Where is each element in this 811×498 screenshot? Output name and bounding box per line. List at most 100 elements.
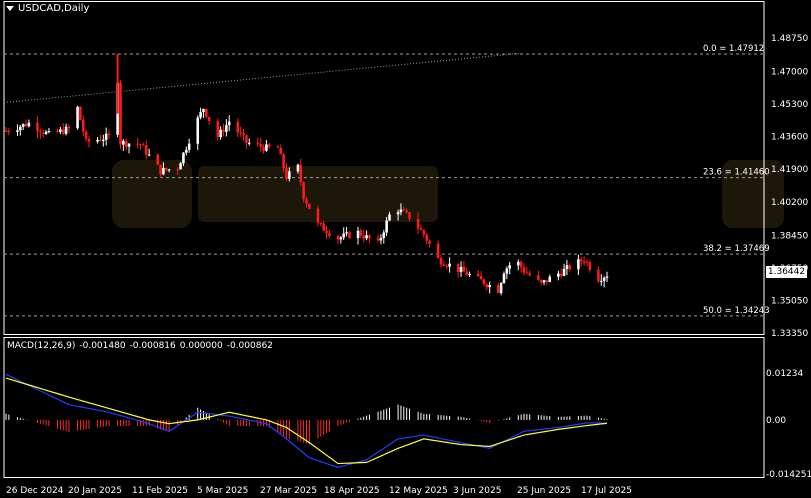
candle-body [239,132,242,134]
candle-body [339,237,343,240]
candle-body [422,230,426,235]
candle-body [388,214,391,221]
candle-body [39,131,42,133]
candle-body [187,143,191,150]
candle-body [156,154,159,165]
candle-body [505,268,509,274]
candle-body [236,121,240,133]
candle-body [216,120,220,138]
candle-body [296,164,300,172]
candle-body [84,131,88,139]
candle-body [185,149,188,153]
fib-level-label: 38.2 = 1.37469 [703,244,770,254]
candle-body [167,169,171,171]
candle-body [142,144,145,146]
candle-body [465,271,469,276]
candle-body [107,133,111,135]
candle-body [41,132,45,134]
price-axis-label: 1.45300 [771,100,808,110]
price-axis-label: 1.33350 [771,329,808,339]
candle-body [416,219,420,229]
candle-body [205,108,208,117]
fib-level-label: 23.6 = 1.41460 [703,168,770,178]
candle-body [222,129,225,132]
candle-body [517,261,520,266]
candle-body [468,274,471,276]
candle-body [102,139,105,141]
price-axis-label: 1.43600 [771,133,808,143]
candle-body [276,146,280,148]
candle-body [308,203,311,209]
candle-body [376,238,380,241]
date-axis-label: 5 Mar 2025 [197,486,248,496]
candle-body [562,268,566,276]
candle-body [537,275,540,280]
candle-body [568,265,572,270]
candle-body [542,280,546,283]
macd-value-3: 0.000000 [179,341,223,351]
candle-body [488,285,491,288]
candle-body [288,171,291,179]
candle-body [528,273,532,276]
candle-body [136,143,139,145]
candle-body [59,129,62,132]
candle-body [122,140,125,145]
candle-body [259,143,262,147]
candle-body [579,259,583,262]
candle-body [459,266,463,272]
candle-body [519,261,523,268]
candle-body [87,138,91,142]
candle-body [147,154,151,156]
date-axis-label: 25 Jun 2025 [517,486,571,496]
chevron-down-icon[interactable] [6,6,14,11]
symbol-title[interactable]: USDCAD,Daily [6,3,89,14]
candle-body [247,142,251,144]
candle-body [64,126,68,134]
candle-body [159,164,162,175]
fib-level-label: 50.0 = 1.34243 [703,306,770,316]
candle-body [316,208,320,223]
candle-body [139,144,142,146]
candle-body [36,122,39,132]
candle-body [24,123,28,127]
candle-body [199,112,202,118]
date-axis-label: 20 Jan 2025 [68,486,122,496]
candle-body [7,130,11,132]
candle-body [302,182,305,200]
candle-body [268,144,271,147]
candle-body [47,131,51,133]
candle-body [19,126,22,131]
price-axis-label: 1.40200 [771,198,808,208]
candle-body [408,212,411,220]
candle-body [436,243,440,259]
candle-body [548,276,552,282]
candle-body [196,117,200,144]
candle-body [164,167,168,170]
candle-body [219,129,222,138]
candle-body [405,210,408,213]
candle-body [279,147,283,155]
candle-body [322,223,325,231]
macd-value-1: -0.001480 [79,341,126,351]
candle-body [179,163,182,170]
candle-body [476,274,480,276]
candle-body [182,152,185,164]
candle-body [359,230,363,236]
candle-body [597,270,600,282]
candle-body [482,279,486,285]
current-price-tag: 1.36442 [766,266,807,278]
candle-body [402,209,406,211]
candle-body [582,261,586,263]
candle-body [479,275,483,280]
candle-body [119,82,122,145]
candle-body [399,209,403,213]
candle-body [356,230,360,239]
candle-body [104,133,108,140]
macd-value-4: -0.000862 [226,341,273,351]
macd-value-2: -0.000816 [129,341,176,351]
candle-body [96,139,99,142]
candle-body [319,222,323,224]
candle-body [345,232,348,234]
candle-body [176,169,179,171]
candle-body [325,230,328,234]
